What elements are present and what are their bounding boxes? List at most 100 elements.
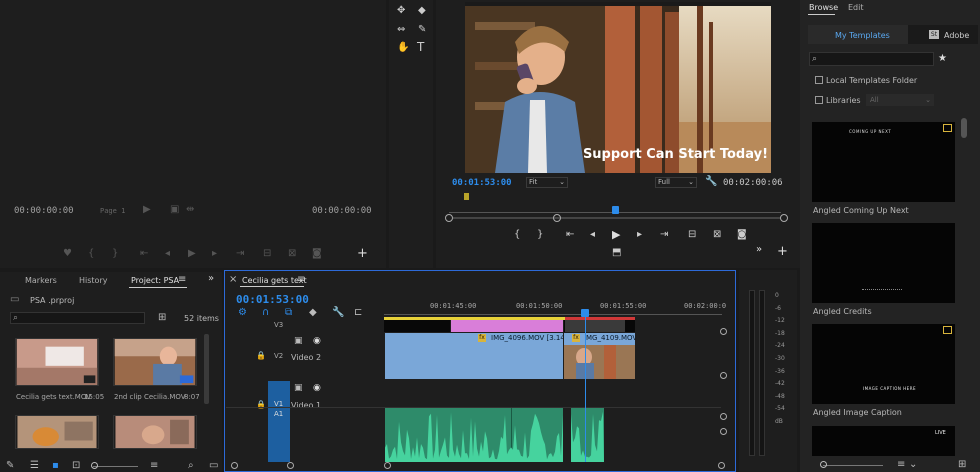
play-forward-icon[interactable]: ▶	[143, 205, 151, 215]
timeline-h-scroll-handle[interactable]	[287, 462, 294, 469]
expand-panels-icon[interactable]: »	[208, 274, 214, 284]
in-point-icon[interactable]: {	[514, 230, 520, 240]
freeform-view-icon[interactable]: ⊡	[72, 461, 80, 471]
size-slider-handle[interactable]	[820, 461, 827, 468]
template-thumbnail[interactable]: LIVE	[812, 426, 955, 456]
type-icon[interactable]: T	[417, 41, 424, 53]
slip-icon[interactable]: ⇔	[397, 25, 405, 35]
list-view-icon[interactable]: ☰	[30, 461, 39, 471]
captions-icon[interactable]: ⊏	[354, 308, 362, 318]
zoom-slider[interactable]	[93, 466, 138, 467]
program-playhead[interactable]	[612, 206, 619, 214]
timeline-h-scroll-handle[interactable]	[231, 462, 238, 469]
bin-icon[interactable]: ⊞	[158, 313, 166, 323]
timeline-v-scroll-handle[interactable]	[720, 372, 727, 379]
libraries-select[interactable]: All ⌄	[866, 94, 934, 106]
libraries-checkbox[interactable]	[815, 96, 823, 104]
project-search-input[interactable]	[10, 312, 145, 324]
ripple-edit-icon[interactable]: ✥	[397, 6, 405, 16]
more-icon[interactable]: »	[756, 245, 762, 255]
timeline-v-scroll-handle[interactable]	[720, 328, 727, 335]
timeline-h-scroll-handle[interactable]	[718, 462, 725, 469]
step-back-icon[interactable]: ◂	[165, 249, 170, 259]
wrench-icon[interactable]: 🔧	[705, 177, 717, 187]
timeline-timecode[interactable]: 00:01:53:00	[236, 293, 309, 306]
pencil-icon[interactable]: ✎	[6, 461, 14, 471]
out-point-icon[interactable]: }	[537, 230, 543, 240]
go-to-out-icon[interactable]: ⇥	[236, 249, 244, 259]
tab-project[interactable]: Project: PSA	[131, 276, 179, 285]
project-item-thumbnail[interactable]	[15, 415, 99, 449]
step-forward-icon[interactable]: ▸	[212, 249, 217, 259]
sort-icon[interactable]: ≡	[897, 460, 905, 470]
templates-scrollbar[interactable]	[961, 118, 967, 138]
new-bin-icon[interactable]: ▭	[209, 461, 218, 471]
zoom-select[interactable]: Fit ⌄	[526, 177, 568, 188]
wrench-icon[interactable]: 🔧	[332, 308, 344, 318]
tab-markers[interactable]: Markers	[25, 276, 57, 285]
comparison-icon[interactable]: ⬒	[612, 248, 621, 258]
chevron-down-icon[interactable]: ⌄	[909, 460, 917, 470]
film-icon[interactable]: ▣	[294, 383, 303, 393]
hand-icon[interactable]: ✋	[397, 43, 409, 53]
play-icon[interactable]: ▶	[188, 249, 196, 259]
camera-icon[interactable]: ◙	[312, 249, 322, 259]
scroll-handle-left[interactable]	[445, 214, 453, 222]
local-templates-checkbox[interactable]	[815, 76, 823, 84]
pen-icon[interactable]: ✎	[418, 25, 426, 35]
menu-icon[interactable]: ≡	[297, 275, 305, 285]
lift-icon[interactable]: ⊟	[688, 230, 696, 240]
icon-view-icon[interactable]: ▪	[52, 461, 59, 471]
linked-selection-icon[interactable]: ⧉	[285, 308, 292, 318]
project-item-thumbnail[interactable]	[113, 415, 197, 449]
go-to-in-icon[interactable]: ⇤	[140, 249, 148, 259]
source-page-select[interactable]: Page 1	[100, 207, 125, 215]
timeline-playhead-line[interactable]	[585, 316, 586, 462]
snap-icon[interactable]: ∩	[262, 308, 269, 318]
zoom-slider-handle[interactable]	[91, 462, 98, 469]
scroll-bar[interactable]	[453, 217, 781, 219]
video-clip[interactable]: fx MG_4109.MOV	[564, 333, 635, 379]
sort-icon[interactable]: ≡	[150, 461, 158, 471]
scroll-handle-right[interactable]	[780, 214, 788, 222]
size-slider[interactable]	[823, 465, 883, 466]
scroll-handle-mid[interactable]	[553, 214, 561, 222]
film-icon[interactable]: ▣	[294, 336, 303, 346]
add-marker-icon[interactable]: ◆	[309, 308, 317, 318]
play-icon[interactable]: ▶	[612, 229, 620, 240]
step-forward-icon[interactable]: ▸	[637, 230, 642, 240]
close-icon[interactable]: ×	[229, 275, 237, 285]
project-scrollbar[interactable]	[204, 334, 209, 404]
lock-icon[interactable]: 🔒	[256, 351, 266, 361]
tab-history[interactable]: History	[79, 276, 107, 285]
overwrite-icon[interactable]: ⊠	[288, 249, 296, 259]
project-item-thumbnail[interactable]	[15, 338, 99, 386]
nest-icon[interactable]: ⚙	[238, 308, 247, 318]
timeline-h-scroll-handle[interactable]	[384, 462, 391, 469]
template-search-input[interactable]	[809, 52, 934, 66]
audio-clip[interactable]	[385, 408, 563, 462]
export-frame-icon[interactable]: ◙	[737, 230, 747, 240]
eye-icon[interactable]: ◉	[313, 336, 321, 346]
go-to-out-icon[interactable]: ⇥	[660, 230, 668, 240]
insert-icon[interactable]: ⊟	[263, 249, 271, 259]
eye-icon[interactable]: ◉	[313, 383, 321, 393]
new-item-icon[interactable]: ⊞	[958, 460, 966, 470]
tab-edit[interactable]: Edit	[848, 3, 864, 12]
project-item-thumbnail[interactable]	[113, 338, 197, 386]
video-clip[interactable]: fx IMG_4096.MOV [3.14%]	[385, 333, 563, 379]
add-button-icon[interactable]: +	[777, 245, 788, 258]
template-thumbnail[interactable]: COMING UP NEXT	[812, 122, 955, 202]
template-thumbnail[interactable]	[812, 223, 955, 303]
marker-icon[interactable]: ♥	[63, 249, 72, 259]
program-timecode[interactable]: 00:01:53:00	[452, 178, 512, 188]
find-icon[interactable]: ⌕	[188, 461, 194, 471]
fit-icon[interactable]: ⇹	[186, 205, 194, 215]
graphic-clip-pink[interactable]	[451, 320, 563, 332]
star-icon[interactable]: ★	[938, 54, 947, 64]
menu-icon[interactable]: ≡	[178, 275, 186, 285]
out-point-icon[interactable]: }	[112, 249, 118, 259]
razor-icon[interactable]: ◆	[418, 6, 426, 16]
template-thumbnail[interactable]: IMAGE CAPTION HERE	[812, 324, 955, 404]
step-back-icon[interactable]: ◂	[590, 230, 595, 240]
